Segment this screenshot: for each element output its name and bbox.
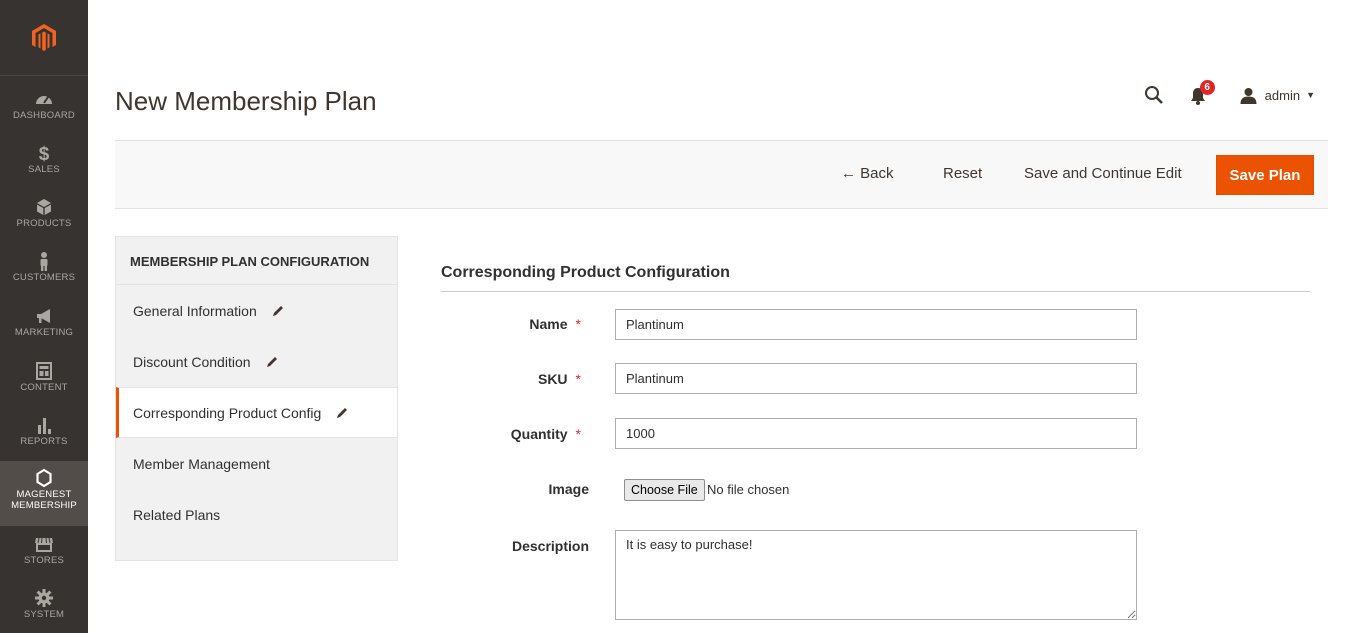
sidebar-item-label: MARKETING xyxy=(14,327,74,338)
dashboard-icon xyxy=(36,96,52,104)
hexagon-icon xyxy=(36,468,52,488)
sidebar-item-marketing[interactable]: MARKETING xyxy=(0,305,88,351)
back-button[interactable]: ← Back xyxy=(841,165,894,182)
sidebar-item-label: REPORTS xyxy=(20,436,68,447)
name-input[interactable] xyxy=(615,309,1137,340)
config-tab-label: Discount Condition xyxy=(133,353,251,370)
sidebar-item-magenest-membership[interactable]: MAGENEST MEMBERSHIP xyxy=(0,461,88,526)
quantity-label: Quantity * xyxy=(421,426,581,442)
required-mark: * xyxy=(575,316,581,332)
quantity-label-text: Quantity xyxy=(510,426,568,442)
sidebar-item-system[interactable]: SYSTEM xyxy=(0,587,88,633)
config-tab-discount-condition[interactable]: Discount Condition xyxy=(116,336,397,387)
save-plan-button[interactable]: Save Plan xyxy=(1216,155,1314,195)
magento-logo-icon xyxy=(32,23,56,51)
user-name: admin xyxy=(1264,87,1301,103)
config-tab-general-information[interactable]: General Information xyxy=(116,285,397,336)
config-tab-label: General Information xyxy=(133,302,257,319)
sidebar-item-label: DASHBOARD xyxy=(13,110,75,121)
required-mark: * xyxy=(575,371,581,387)
magento-logo[interactable] xyxy=(0,0,88,76)
chevron-down-icon: ▼ xyxy=(1306,90,1315,100)
pencil-icon xyxy=(266,356,277,367)
image-label: Image xyxy=(548,481,589,497)
page-actions-bar: ← Back Reset Save and Continue Edit Save… xyxy=(115,140,1328,209)
name-label-text: Name xyxy=(529,316,568,332)
config-tab-label: Corresponding Product Config xyxy=(133,404,322,421)
header-actions: 6 admin ▼ xyxy=(1144,80,1315,106)
sidebar-item-products[interactable]: PRODUCTS xyxy=(0,196,88,242)
sku-input[interactable] xyxy=(615,363,1137,394)
bar-chart-icon xyxy=(38,418,51,434)
user-icon xyxy=(1240,87,1257,104)
config-tab-label: Related Plans xyxy=(133,506,221,523)
file-status-text: No file chosen xyxy=(707,482,790,497)
megaphone-icon xyxy=(37,309,50,323)
cube-icon xyxy=(37,199,51,215)
notifications-button[interactable]: 6 xyxy=(1190,80,1215,106)
sidebar-item-label: PRODUCTS xyxy=(16,218,72,229)
reset-button[interactable]: Reset xyxy=(943,165,982,182)
svg-text:$: $ xyxy=(39,144,50,164)
gear-icon xyxy=(35,589,53,607)
save-and-continue-button[interactable]: Save and Continue Edit xyxy=(1024,165,1182,182)
description-textarea[interactable]: It is easy to purchase! xyxy=(615,530,1137,620)
user-menu[interactable]: admin ▼ xyxy=(1240,87,1315,104)
choose-file-button[interactable]: Choose File xyxy=(624,479,705,501)
store-icon xyxy=(35,537,53,552)
sidebar-item-label: CONTENT xyxy=(20,382,68,393)
notification-count-badge: 6 xyxy=(1199,80,1215,95)
name-label: Name * xyxy=(421,316,581,332)
sidebar-item-label: MAGENEST MEMBERSHIP xyxy=(11,489,77,511)
config-nav-heading: MEMBERSHIP PLAN CONFIGURATION xyxy=(116,237,397,285)
pencil-icon xyxy=(272,305,283,316)
search-icon[interactable] xyxy=(1144,85,1164,105)
sidebar-item-label: CUSTOMERS xyxy=(12,272,76,283)
sku-label: SKU * xyxy=(421,371,581,387)
sidebar-item-customers[interactable]: CUSTOMERS xyxy=(0,250,88,296)
sidebar-item-label: SYSTEM xyxy=(23,609,65,620)
config-tab-member-management[interactable]: Member Management xyxy=(116,438,397,489)
sku-label-text: SKU xyxy=(537,371,568,387)
description-label: Description xyxy=(511,538,589,554)
section-title: Corresponding Product Configuration xyxy=(441,264,730,281)
sidebar-item-stores[interactable]: STORES xyxy=(0,533,88,579)
config-tab-related-plans[interactable]: Related Plans xyxy=(116,489,397,540)
quantity-input[interactable] xyxy=(615,418,1137,449)
sidebar-item-sales[interactable]: $ SALES xyxy=(0,142,88,188)
required-mark: * xyxy=(575,426,581,442)
sidebar-item-dashboard[interactable]: DASHBOARD xyxy=(0,88,88,134)
layout-icon xyxy=(36,362,52,380)
person-icon xyxy=(40,252,48,271)
sidebar-item-label: STORES xyxy=(23,555,65,566)
sidebar-item-reports[interactable]: REPORTS xyxy=(0,414,88,460)
dollar-icon: $ xyxy=(39,144,50,164)
pencil-icon xyxy=(337,407,348,418)
config-tab-corresponding-product-config[interactable]: Corresponding Product Config xyxy=(116,387,397,438)
admin-sidebar: DASHBOARD $ SALES PRODUCTS CUSTOMERS MAR… xyxy=(0,0,88,633)
sidebar-item-content[interactable]: CONTENT xyxy=(0,360,88,406)
section-divider xyxy=(441,291,1310,292)
page-title: New Membership Plan xyxy=(115,86,377,116)
config-tab-label: Member Management xyxy=(133,455,270,472)
config-nav-panel: MEMBERSHIP PLAN CONFIGURATION General In… xyxy=(115,236,398,561)
sidebar-item-label: SALES xyxy=(28,164,60,175)
